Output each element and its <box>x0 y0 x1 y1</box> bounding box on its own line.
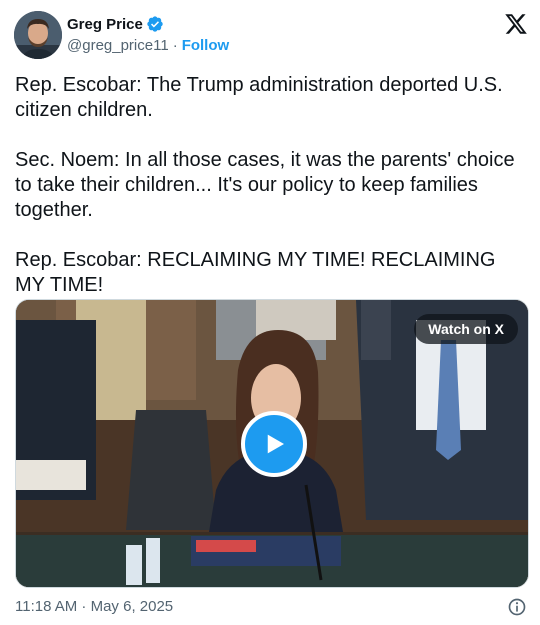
tweet-timestamp[interactable]: 11:18 AM · May 6, 2025 <box>15 598 173 615</box>
tweet-card: Greg Price @greg_price11 · Follow Rep. E… <box>0 0 540 625</box>
x-logo-icon[interactable] <box>504 12 528 36</box>
watch-on-x-button[interactable]: Watch on X <box>414 314 518 344</box>
video-player[interactable]: Watch on X <box>15 299 529 588</box>
play-button[interactable] <box>241 411 307 477</box>
author-name-row: Greg Price <box>67 14 164 34</box>
separator-dot: · <box>172 37 178 54</box>
verified-badge-icon <box>146 15 164 33</box>
author-handle[interactable]: @greg_price11 <box>67 37 169 54</box>
author-handle-row: @greg_price11 · Follow <box>67 37 229 54</box>
avatar[interactable] <box>14 11 62 59</box>
follow-button[interactable]: Follow <box>182 37 230 54</box>
tweet-text: Rep. Escobar: The Trump administration d… <box>15 74 515 296</box>
info-icon[interactable] <box>507 597 527 617</box>
display-name[interactable]: Greg Price <box>67 16 143 33</box>
play-icon <box>267 434 284 454</box>
